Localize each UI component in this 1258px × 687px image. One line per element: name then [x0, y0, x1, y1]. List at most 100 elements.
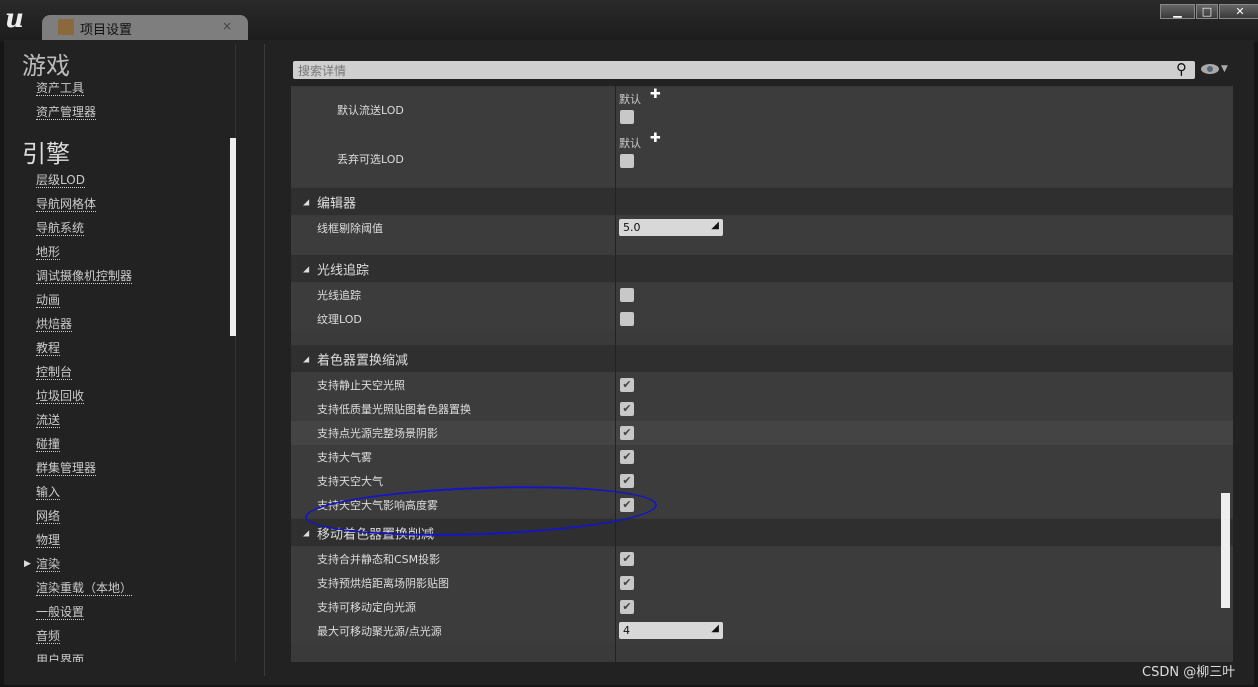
sidebar-item[interactable]: 一般设置 [36, 605, 85, 620]
checkbox[interactable] [620, 154, 634, 168]
sidebar-item[interactable]: 音频 [36, 629, 61, 644]
title-bar: u 项目设置 × ▁ □ ✕ [0, 0, 1258, 42]
search-input[interactable]: 搜索详情 [293, 61, 1195, 79]
property-row: 支持静止天空光照 [291, 373, 1233, 397]
sidebar-item[interactable]: 地形 [36, 245, 61, 260]
collapse-arrow-icon[interactable]: ◢ [303, 354, 309, 363]
checkbox[interactable]: ✔ [620, 402, 634, 416]
details-panel: 默认流送LOD默认✚丢弃可选LOD默认✚编辑器◢线框剔除阈值5.0光线追踪◢光线… [291, 86, 1233, 662]
property-label: 支持静止天空光照 [317, 379, 405, 392]
sidebar-item[interactable]: 导航系统 [36, 221, 85, 236]
property-label: 最大可移动聚光源/点光源 [317, 625, 442, 638]
splitter[interactable] [264, 44, 265, 676]
section-title: 光线追踪 [317, 263, 370, 278]
property-label: 纹理LOD [317, 313, 362, 326]
add-icon[interactable]: ✚ [650, 131, 661, 146]
checkbox[interactable]: ✔ [620, 474, 634, 488]
sidebar-item[interactable]: 流送 [36, 413, 61, 428]
property-label: 支持可移动定向光源 [317, 601, 416, 614]
checkbox[interactable]: ✔ [620, 552, 634, 566]
sidebar-item[interactable]: 导航网格体 [36, 197, 97, 212]
sidebar-item[interactable]: 调试摄像机控制器 [36, 269, 133, 284]
sidebar-item[interactable]: 层级LOD [36, 173, 85, 188]
collapse-arrow-icon[interactable]: ◢ [303, 264, 309, 273]
property-label: 支持点光源完整场景阴影 [317, 427, 438, 440]
property-label: 默认流送LOD [337, 104, 404, 117]
property-row: 支持合并静态和CSM投影 [291, 547, 1233, 571]
sidebar: 游戏 资产工具资产管理器引擎层级LOD 导航网格体导航系统地形调试摄像机控制器 动画烘… [4, 42, 238, 662]
property-label: 支持天空大气 [317, 475, 383, 488]
section-header: 着色器置换缩减 ◢ [291, 345, 1233, 372]
sidebar-item[interactable]: 资产工具 [36, 81, 85, 96]
sidebar-item[interactable]: 用户界面 [36, 653, 84, 662]
tab-label: 项目设置 [80, 23, 133, 38]
sidebar-item[interactable]: 群集管理器 [36, 461, 97, 476]
property-label: 支持预烘焙距离场阴影贴图 [317, 577, 449, 590]
details-scrollbar[interactable] [1221, 493, 1230, 608]
checkbox[interactable]: ✔ [620, 600, 634, 614]
sidebar-scrollbar[interactable] [230, 138, 236, 336]
watermark: CSDN @柳三叶 [1142, 665, 1236, 680]
sidebar-item[interactable]: 控制台 [36, 365, 73, 380]
collapse-arrow-icon[interactable]: ◢ [303, 197, 309, 206]
sidebar-section-game: 游戏 [22, 52, 70, 80]
property-row: 光线追踪 [291, 283, 1233, 307]
sidebar-item[interactable]: 碰撞 [36, 437, 61, 452]
checkbox[interactable]: ✔ [620, 576, 634, 590]
section-header: 光线追踪 ◢ [291, 255, 1233, 282]
section-header: 编辑器 ◢ [291, 188, 1233, 215]
maximize-button[interactable]: □ [1196, 4, 1218, 19]
property-label: 光线追踪 [317, 289, 361, 302]
checkbox[interactable]: ✔ [620, 450, 634, 464]
sidebar-item[interactable]: 资产管理器 [36, 105, 97, 120]
chevron-down-icon[interactable]: ▼ [1221, 64, 1228, 74]
sidebar-item[interactable]: 网络 [36, 509, 61, 524]
section-title: 着色器置换缩减 [317, 353, 409, 368]
sidebar-item[interactable]: 动画 [36, 293, 61, 308]
property-row: 线框剔除阈值 [291, 216, 1233, 255]
property-label: 支持大气雾 [317, 451, 372, 464]
checkbox[interactable] [620, 288, 634, 302]
sidebar-item[interactable]: 教程 [36, 341, 61, 356]
add-icon[interactable]: ✚ [650, 87, 661, 102]
sidebar-item[interactable]: 渲染重载（本地） [36, 581, 133, 596]
property-label: 支持合并静态和CSM投影 [317, 553, 441, 566]
tab-project-settings[interactable]: 项目设置 × [42, 15, 248, 40]
property-label: 线框剔除阈值 [317, 222, 383, 235]
property-label: 丢弃可选LOD [337, 153, 404, 166]
close-window-button[interactable]: ✕ [1219, 4, 1258, 19]
close-tab-button[interactable]: × [222, 19, 232, 33]
property-row: 支持点光源完整场景阴影 [291, 421, 1233, 445]
sidebar-item[interactable]: 烘焙器 [36, 317, 73, 332]
collapse-arrow-icon[interactable]: ◢ [303, 528, 309, 537]
checkbox[interactable] [620, 312, 634, 326]
sidebar-item[interactable]: 输入 [36, 485, 61, 500]
property-row: 支持可移动定向光源 [291, 595, 1233, 619]
search-icon[interactable]: ⚲ [1176, 60, 1187, 78]
default-label: 默认 [619, 137, 641, 150]
checkbox[interactable]: ✔ [620, 426, 634, 440]
minimize-button[interactable]: ▁ [1160, 4, 1195, 19]
section-title: 编辑器 [317, 196, 357, 211]
sidebar-item[interactable]: 垃圾回收 [36, 389, 85, 404]
property-row: 支持低质量光照贴图着色器置换 [291, 397, 1233, 421]
column-divider[interactable] [615, 86, 616, 662]
settings-folder-icon [58, 19, 74, 35]
number-input[interactable]: 5.0 [619, 219, 723, 236]
expand-arrow-icon[interactable]: ▶ [24, 559, 31, 569]
unreal-logo: u [5, 4, 24, 34]
eye-icon[interactable] [1201, 64, 1219, 74]
default-label: 默认 [619, 93, 641, 106]
property-row: 最大可移动聚光源/点光源 [291, 619, 1233, 643]
property-label: 支持低质量光照贴图着色器置换 [317, 403, 471, 416]
number-input[interactable]: 4 [619, 622, 723, 639]
property-row: 纹理LOD [291, 307, 1233, 331]
sidebar-section-engine: 引擎 [22, 140, 70, 168]
property-row: 默认流送LOD [291, 88, 1233, 132]
sidebar-item[interactable]: 渲染 [36, 557, 61, 572]
sidebar-item[interactable]: 物理 [36, 533, 61, 548]
checkbox[interactable] [620, 110, 634, 124]
property-row: 丢弃可选LOD [291, 132, 1233, 186]
property-row: 支持预烘焙距离场阴影贴图 [291, 571, 1233, 595]
checkbox[interactable]: ✔ [620, 378, 634, 392]
